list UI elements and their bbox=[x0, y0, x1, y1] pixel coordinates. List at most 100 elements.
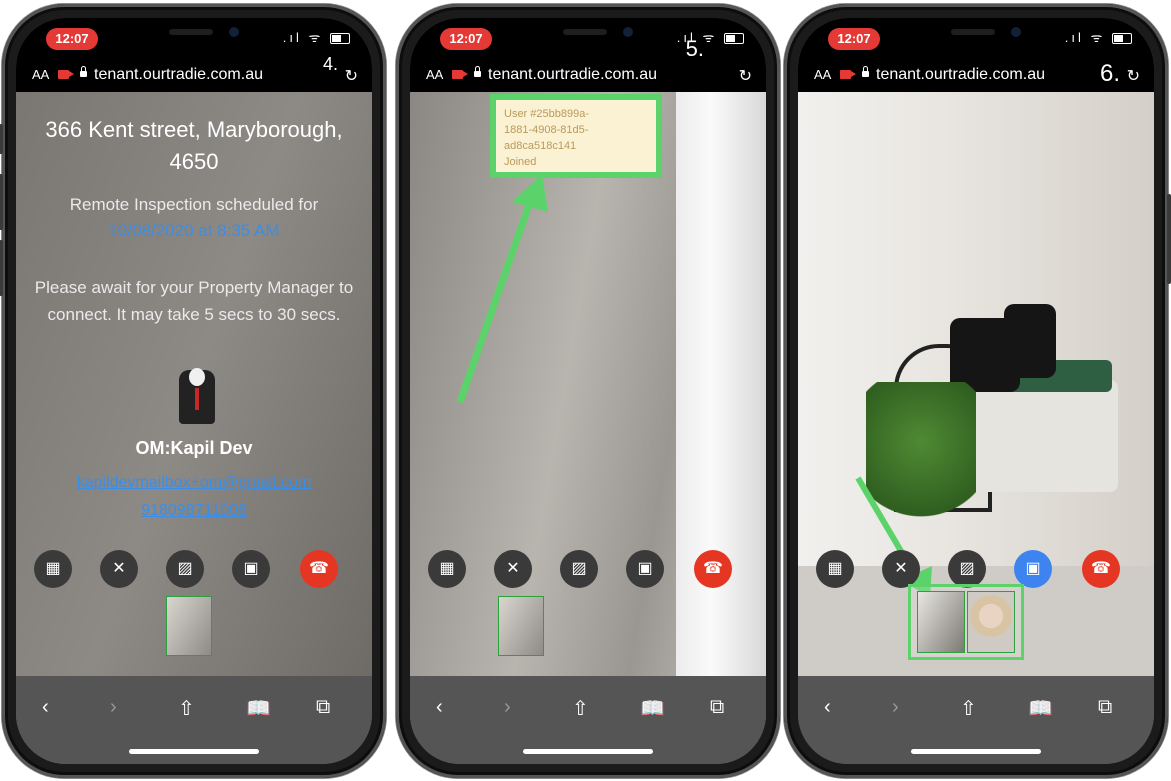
participants-highlight bbox=[908, 584, 1024, 660]
tabs-icon[interactable]: ⧉ bbox=[1098, 696, 1112, 719]
step-label: 6. bbox=[1099, 60, 1120, 87]
lock-icon bbox=[474, 66, 481, 77]
screen: 12:07 .ıl ᯤ AA tenant.ourtradie.com.au ↻… bbox=[16, 18, 372, 764]
tabs-icon[interactable]: ⧉ bbox=[710, 696, 724, 719]
forward-icon[interactable]: › bbox=[504, 696, 511, 719]
url-text[interactable]: tenant.ourtradie.com.au bbox=[488, 66, 657, 84]
screen: 12:07 .ıl ᯤ 5. AA tenant.ourtradie.com.a… bbox=[410, 18, 766, 764]
bookmarks-icon[interactable]: 📖 bbox=[246, 696, 271, 721]
back-icon[interactable]: ‹ bbox=[824, 696, 831, 719]
share-icon[interactable]: ⇧ bbox=[178, 696, 195, 721]
url-bar[interactable]: AA tenant.ourtradie.com.au ↻ 4. bbox=[16, 54, 372, 92]
end-call-button[interactable]: ☎ bbox=[1082, 550, 1120, 588]
reload-icon[interactable]: ↻ bbox=[345, 66, 358, 86]
browser-toolbar: ‹ › ⇧ 📖 ⧉ bbox=[410, 676, 766, 764]
phone-screen-2: 12:07 .ıl ᯤ 5. AA tenant.ourtradie.com.a… bbox=[396, 4, 780, 778]
home-indicator bbox=[129, 749, 259, 754]
mute-button[interactable]: ✕ bbox=[882, 550, 920, 588]
toast-line: User #25bb899a- bbox=[504, 108, 590, 120]
inspection-waiting-view: 366 Kent street, Maryborough, 4650 Remot… bbox=[16, 92, 372, 676]
home-indicator bbox=[523, 749, 653, 754]
video-off-button[interactable]: ▨ bbox=[560, 550, 598, 588]
self-video-thumbnail[interactable] bbox=[917, 591, 965, 653]
toast-status: Joined bbox=[504, 156, 537, 168]
camera-recording-icon[interactable] bbox=[452, 70, 468, 79]
camera-recording-icon[interactable] bbox=[58, 70, 74, 79]
mute-button[interactable]: ✕ bbox=[100, 550, 138, 588]
phone-screen-3: 12:07 .ıl ᯤ AA tenant.ourtradie.com.au 6… bbox=[784, 4, 1171, 778]
forward-icon[interactable]: › bbox=[892, 696, 899, 719]
remote-participant-thumbnail[interactable] bbox=[967, 591, 1015, 653]
browser-toolbar: ‹ › ⇧ 📖 ⧉ bbox=[798, 676, 1154, 764]
video-off-icon: ▨ bbox=[959, 560, 975, 577]
schedule-text: Remote Inspection scheduled for 10/08/20… bbox=[16, 192, 372, 244]
battery-icon bbox=[330, 33, 350, 45]
manager-email-link[interactable]: kapildevmailbox+om@gmail.com bbox=[16, 474, 372, 492]
schedule-datetime[interactable]: 10/08/2020 at 8:35 AM bbox=[16, 218, 372, 244]
time-pill: 12:07 bbox=[440, 28, 492, 50]
self-video-thumbnail[interactable] bbox=[166, 596, 212, 656]
camera-switch-button[interactable]: ▣ bbox=[626, 550, 664, 588]
lock-icon bbox=[862, 66, 869, 77]
share-icon[interactable]: ⇧ bbox=[572, 696, 589, 721]
url-text[interactable]: tenant.ourtradie.com.au bbox=[94, 66, 263, 84]
reload-icon[interactable]: ↻ bbox=[1127, 66, 1140, 86]
video-off-icon: ▨ bbox=[177, 560, 193, 577]
lock-icon bbox=[80, 66, 87, 77]
window-blind bbox=[676, 92, 766, 676]
share-icon[interactable]: ⇧ bbox=[960, 696, 977, 721]
back-icon[interactable]: ‹ bbox=[42, 696, 49, 719]
url-bar[interactable]: AA tenant.ourtradie.com.au 6. ↻ bbox=[798, 58, 1154, 92]
mic-off-icon: ✕ bbox=[894, 560, 908, 577]
camera-switch-button[interactable]: ▣ bbox=[1014, 550, 1052, 588]
video-call-view: ▦ ✕ ▨ ▣ ☎ bbox=[798, 92, 1154, 676]
grid-icon: ▦ bbox=[439, 560, 455, 577]
grid-icon: ▦ bbox=[45, 560, 61, 577]
camera-switch-button[interactable]: ▣ bbox=[232, 550, 270, 588]
self-video-thumbnail[interactable] bbox=[498, 596, 544, 656]
browser-toolbar: ‹ › ⇧ 📖 ⧉ bbox=[16, 676, 372, 764]
schedule-label: Remote Inspection scheduled for bbox=[69, 195, 319, 214]
battery-icon bbox=[724, 33, 744, 45]
manager-phone-link[interactable]: 918098711008 bbox=[16, 502, 372, 520]
bench bbox=[968, 380, 1118, 492]
manager-name: OM:Kapil Dev bbox=[135, 438, 253, 458]
reload-icon[interactable]: ↻ bbox=[739, 66, 752, 86]
time-pill: 12:07 bbox=[828, 28, 880, 50]
grid-icon: ▦ bbox=[827, 560, 843, 577]
back-icon[interactable]: ‹ bbox=[436, 696, 443, 719]
text-size-button[interactable]: AA bbox=[814, 67, 831, 82]
mute-button[interactable]: ✕ bbox=[494, 550, 532, 588]
camera-switch-icon: ▣ bbox=[637, 560, 653, 577]
video-off-button[interactable]: ▨ bbox=[166, 550, 204, 588]
grid-button[interactable]: ▦ bbox=[816, 550, 854, 588]
status-icons: .ıl ᯤ bbox=[283, 28, 350, 46]
grid-button[interactable]: ▦ bbox=[34, 550, 72, 588]
text-size-button[interactable]: AA bbox=[32, 67, 49, 82]
mic-off-icon: ✕ bbox=[112, 560, 126, 577]
grid-button[interactable]: ▦ bbox=[428, 550, 466, 588]
camera-recording-icon[interactable] bbox=[840, 70, 856, 79]
screen: 12:07 .ıl ᯤ AA tenant.ourtradie.com.au 6… bbox=[798, 18, 1154, 764]
bookmarks-icon[interactable]: 📖 bbox=[1028, 696, 1053, 721]
status-icons: .ıl ᯤ bbox=[1065, 28, 1132, 46]
await-message: Please await for your Property Manager t… bbox=[34, 278, 354, 324]
end-call-icon: ☎ bbox=[309, 560, 329, 577]
video-off-button[interactable]: ▨ bbox=[948, 550, 986, 588]
end-call-button[interactable]: ☎ bbox=[694, 550, 732, 588]
tabs-icon[interactable]: ⧉ bbox=[316, 696, 330, 719]
status-bar: 12:07 .ıl ᯤ bbox=[798, 18, 1154, 58]
text-size-button[interactable]: AA bbox=[426, 67, 443, 82]
end-call-button[interactable]: ☎ bbox=[300, 550, 338, 588]
url-bar[interactable]: AA tenant.ourtradie.com.au ↻ bbox=[410, 58, 766, 92]
status-bar: 12:07 .ıl ᯤ 5. bbox=[410, 18, 766, 61]
step-label: 4. bbox=[322, 54, 338, 74]
camera-switch-icon: ▣ bbox=[1025, 560, 1041, 577]
bookmarks-icon[interactable]: 📖 bbox=[640, 696, 665, 721]
forward-icon[interactable]: › bbox=[110, 696, 117, 719]
status-bar: 12:07 .ıl ᯤ bbox=[16, 18, 372, 58]
toast-line: 1881-4908-81d5- bbox=[504, 124, 589, 136]
toast-line: ad8ca518c141 bbox=[504, 140, 577, 152]
arrow-up-annotation bbox=[456, 174, 548, 404]
url-text[interactable]: tenant.ourtradie.com.au bbox=[876, 66, 1045, 84]
